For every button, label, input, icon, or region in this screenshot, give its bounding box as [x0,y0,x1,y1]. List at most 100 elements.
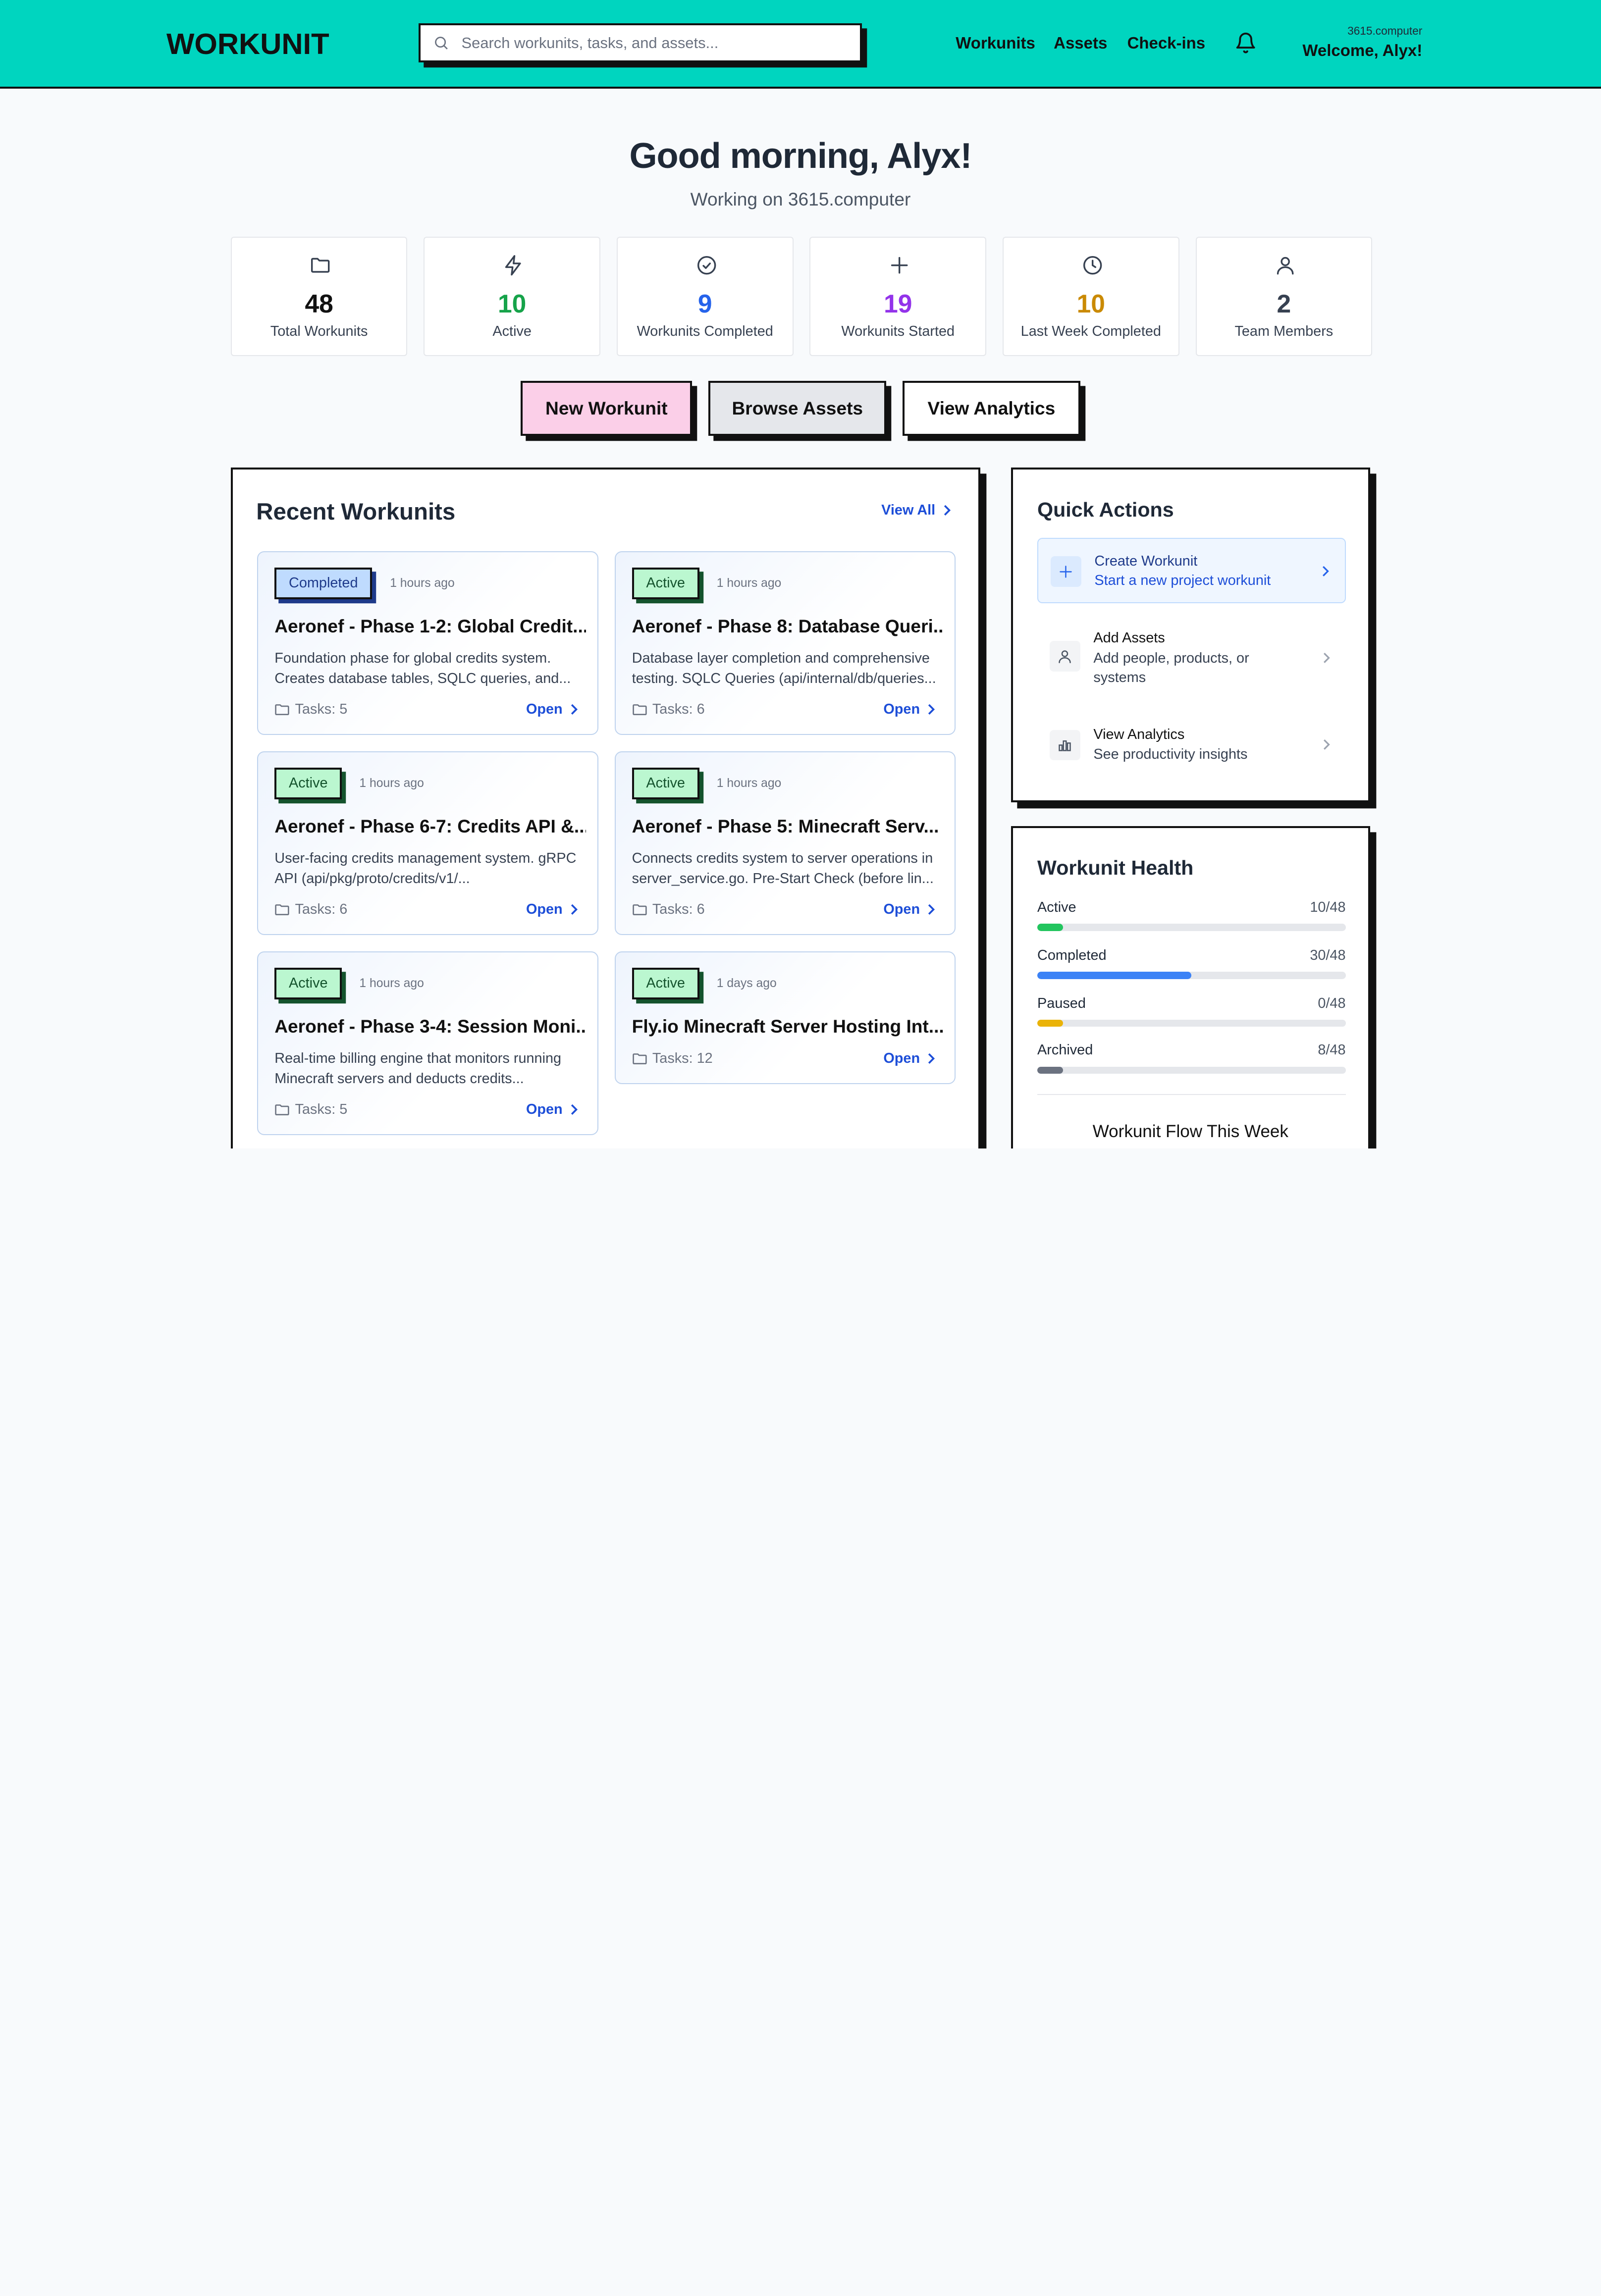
plus-icon [1050,556,1081,587]
create-workunit-action[interactable]: Create Workunit Start a new project work… [1037,538,1346,604]
chevron-right-icon [1324,652,1330,663]
health-progress-bar [1037,972,1346,979]
workunit-title[interactable]: Aeronef - Phase 3-4: Session Moni... [274,1016,586,1037]
description-line: Real-time billing engine that monitors r… [274,1050,562,1066]
open-label: Open [883,1050,920,1066]
health-value: 8/48 [1318,1042,1346,1058]
stat-label: Workunits Started [841,323,955,340]
open-workunit-link[interactable]: Open [883,1050,936,1067]
workunit-description: Foundation phase for global credits syst… [274,648,586,689]
plus-icon [891,257,908,274]
task-count: Tasks: 6 [274,901,347,918]
description-line: User-facing credits management system. g… [274,850,577,866]
add-assets-action[interactable]: Add Assets Add people, products, or syst… [1037,625,1345,698]
flow-chart-title: Workunit Flow This Week [1092,1122,1288,1142]
action-description: See productivity insights [1093,746,1248,762]
stat-value: 48 [305,289,333,318]
workunit-card[interactable]: Completed 1 hours ago Aeronef - Phase 1-2:… [257,551,598,735]
description-line: API (api/pkg/proto/credits/v1/... [274,870,470,887]
workunit-title[interactable]: Aeronef - Phase 8: Database Queri... [632,616,944,637]
workunit-card[interactable]: Active 1 hours ago Aeronef - Phase 6-7: Cr… [257,751,598,935]
timestamp: 1 days ago [716,977,777,991]
description-line: Connects credits system to server operat… [632,850,933,866]
health-row-paused: Paused 0/48 [1037,995,1346,1027]
clock-icon [1083,256,1102,275]
task-count: Tasks: 5 [274,701,347,718]
chevron-right-icon [928,904,935,915]
open-label: Open [883,701,920,717]
top-bar: WORKUNIT Workunits Assets Check-ins 3615… [0,0,1601,89]
open-workunit-link[interactable]: Open [526,1101,579,1118]
search-input[interactable] [461,34,850,52]
description-line: Minecraft servers and deducts credits... [274,1070,524,1087]
stat-active: 10 Active [424,237,600,357]
folder-icon [632,1053,647,1064]
workunit-health-panel: Workunit Health Active 10/48 Completed 30/4… [1011,826,1371,1148]
workunit-title[interactable]: Aeronef - Phase 5: Minecraft Serv... [632,816,944,837]
folder-icon [632,904,647,916]
chevron-right-icon [928,704,935,715]
chevron-right-icon [1324,739,1330,750]
chevron-right-icon [571,704,578,715]
workunit-title[interactable]: Aeronef - Phase 6-7: Credits API &... [274,816,586,837]
user-menu[interactable]: 3615.computer Welcome, Alyx! [1302,24,1422,59]
workunit-card[interactable]: Active 1 hours ago Aeronef - Phase 5: Mine… [614,751,956,935]
open-workunit-link[interactable]: Open [883,701,936,718]
stat-value: 19 [884,289,912,318]
workunit-card[interactable]: Active 1 hours ago Aeronef - Phase 3-4: Se… [257,951,598,1135]
open-label: Open [526,701,563,717]
view-all-label: View All [881,502,936,518]
workunit-title[interactable]: Fly.io Minecraft Server Hosting Int... [632,1016,944,1037]
description-line: Database layer completion and comprehens… [632,650,930,666]
divider [1037,1094,1346,1096]
view-all-link[interactable]: View All [881,502,952,519]
recent-workunits-panel: Recent Workunits View All Completed 1 hou… [230,468,980,1148]
workunit-card[interactable]: Active 1 hours ago Aeronef - Phase 8: Data… [614,551,956,735]
stat-value: 10 [498,289,527,318]
user-icon [1277,257,1294,275]
stat-workunits-completed: 9 Workunits Completed [616,237,794,357]
browse-assets-button[interactable]: Browse Assets [708,380,887,436]
stat-last-week-completed: 10 Last Week Completed [1003,237,1179,357]
open-workunit-link[interactable]: Open [526,701,579,718]
folder-icon [275,1104,289,1116]
health-progress-bar [1037,1020,1346,1027]
new-workunit-button[interactable]: New Workunit [521,380,693,436]
greeting-title: Good morning, Alyx! [629,136,972,176]
nav-workunits[interactable]: Workunits [956,34,1035,52]
nav-assets[interactable]: Assets [1054,34,1107,52]
health-label: Completed [1037,947,1107,963]
workunit-card[interactable]: Active 1 days ago Fly.io Minecraft Server … [614,951,956,1084]
view-analytics-action[interactable]: View Analytics See productivity insights [1037,713,1345,778]
health-label: Active [1037,899,1076,915]
health-progress-bar [1037,1066,1346,1074]
health-row-completed: Completed 30/48 [1037,947,1346,979]
quick-actions-panel: Quick Actions Create Workunit Start a ne… [1011,468,1371,803]
status-badge: Active [632,767,699,799]
action-description: Add people, products, or [1093,650,1249,666]
panel-title: Workunit Health [1037,856,1194,880]
status-badge: Completed [274,567,373,599]
search-box[interactable] [419,23,862,62]
org-name: 3615.computer [1347,24,1423,38]
welcome-text: Welcome, Alyx! [1302,41,1423,59]
health-progress-fill [1037,924,1063,931]
nav-check-ins[interactable]: Check-ins [1127,34,1206,52]
view-analytics-button[interactable]: View Analytics [903,380,1080,436]
task-count-label: Tasks: 6 [652,701,705,717]
greeting-subtitle: Working on 3615.computer [690,189,911,210]
panel-title: Recent Workunits [256,498,456,525]
chevron-right-icon [944,505,951,516]
task-count: Tasks: 5 [274,1101,347,1118]
action-title: Create Workunit [1094,553,1198,569]
workunit-title[interactable]: Aeronef - Phase 1-2: Global Credit... [274,616,586,637]
open-workunit-link[interactable]: Open [883,901,936,918]
open-workunit-link[interactable]: Open [526,901,579,918]
bell-icon[interactable] [1234,32,1257,54]
app-logo[interactable]: WORKUNIT [166,27,329,61]
stat-value: 10 [1076,289,1105,318]
panel-title: Quick Actions [1037,498,1174,521]
workunit-description: Real-time billing engine that monitors r… [274,1048,586,1089]
folder-icon [275,704,289,716]
folder-icon [632,704,647,716]
